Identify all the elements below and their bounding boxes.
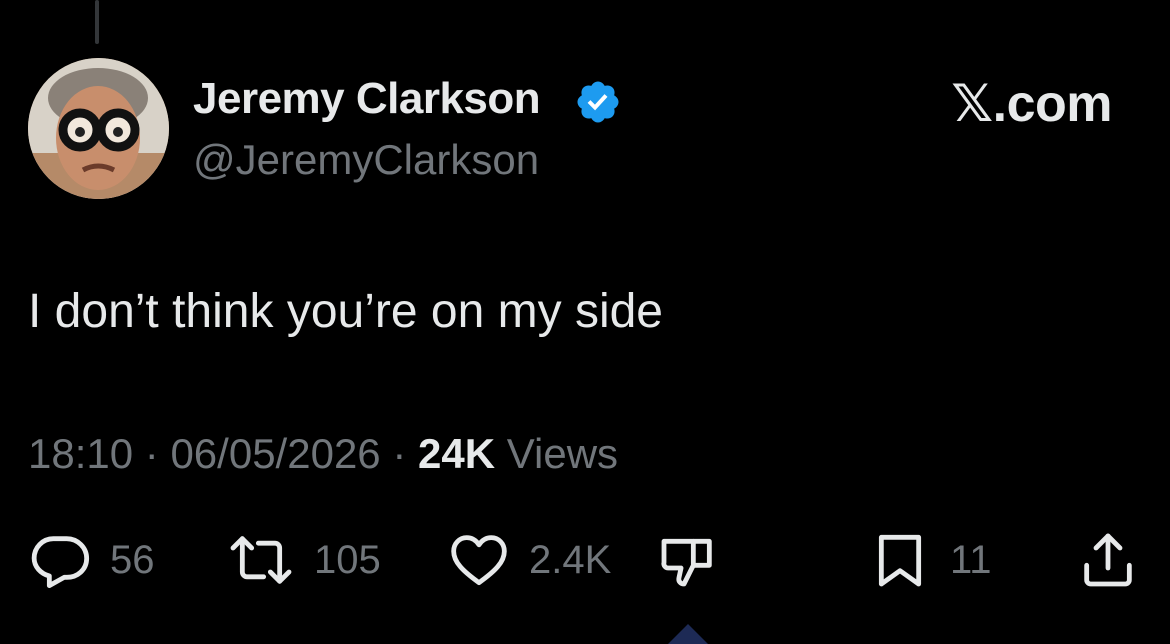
thread-connector-line: [95, 0, 99, 44]
avatar-image: [28, 58, 169, 199]
tweet-meta: 18:10 · 06/05/2026 · 24K Views: [28, 430, 618, 478]
bookmark-count: 11: [950, 537, 992, 582]
author-handle[interactable]: @JeremyClarkson: [193, 136, 539, 184]
author-display-name[interactable]: Jeremy Clarkson: [193, 74, 541, 124]
bookmark-button[interactable]: 11: [868, 528, 992, 592]
dislike-button[interactable]: [656, 528, 720, 592]
share-icon: [1084, 533, 1132, 587]
verified-badge-icon: [577, 81, 619, 123]
meta-separator: ·: [144, 430, 159, 477]
bottom-indicator: [668, 624, 708, 644]
dislike-icon: [661, 538, 712, 587]
tweet-date[interactable]: 06/05/2026: [170, 430, 380, 477]
repost-icon: [230, 536, 292, 584]
bookmark-icon: [878, 534, 922, 587]
like-icon: [451, 535, 507, 586]
tweet-time[interactable]: 18:10: [28, 430, 133, 477]
views-count: 24K: [418, 430, 496, 477]
reply-count: 56: [110, 537, 155, 582]
action-bar: 56 105 2.4K 11: [0, 528, 1170, 592]
avatar[interactable]: [28, 58, 169, 199]
like-button[interactable]: 2.4K: [447, 528, 611, 592]
reply-button[interactable]: 56: [28, 528, 155, 592]
share-button[interactable]: [1076, 528, 1140, 592]
views-label: Views: [506, 430, 619, 477]
repost-button[interactable]: 105: [226, 528, 381, 592]
reply-icon: [31, 536, 90, 588]
like-count: 2.4K: [529, 537, 612, 582]
tweet-text: I don’t think you’re on my side: [28, 285, 663, 338]
meta-separator: ·: [392, 430, 407, 477]
repost-count: 105: [314, 537, 381, 582]
brand-logo: 𝕏.com: [951, 75, 1112, 133]
